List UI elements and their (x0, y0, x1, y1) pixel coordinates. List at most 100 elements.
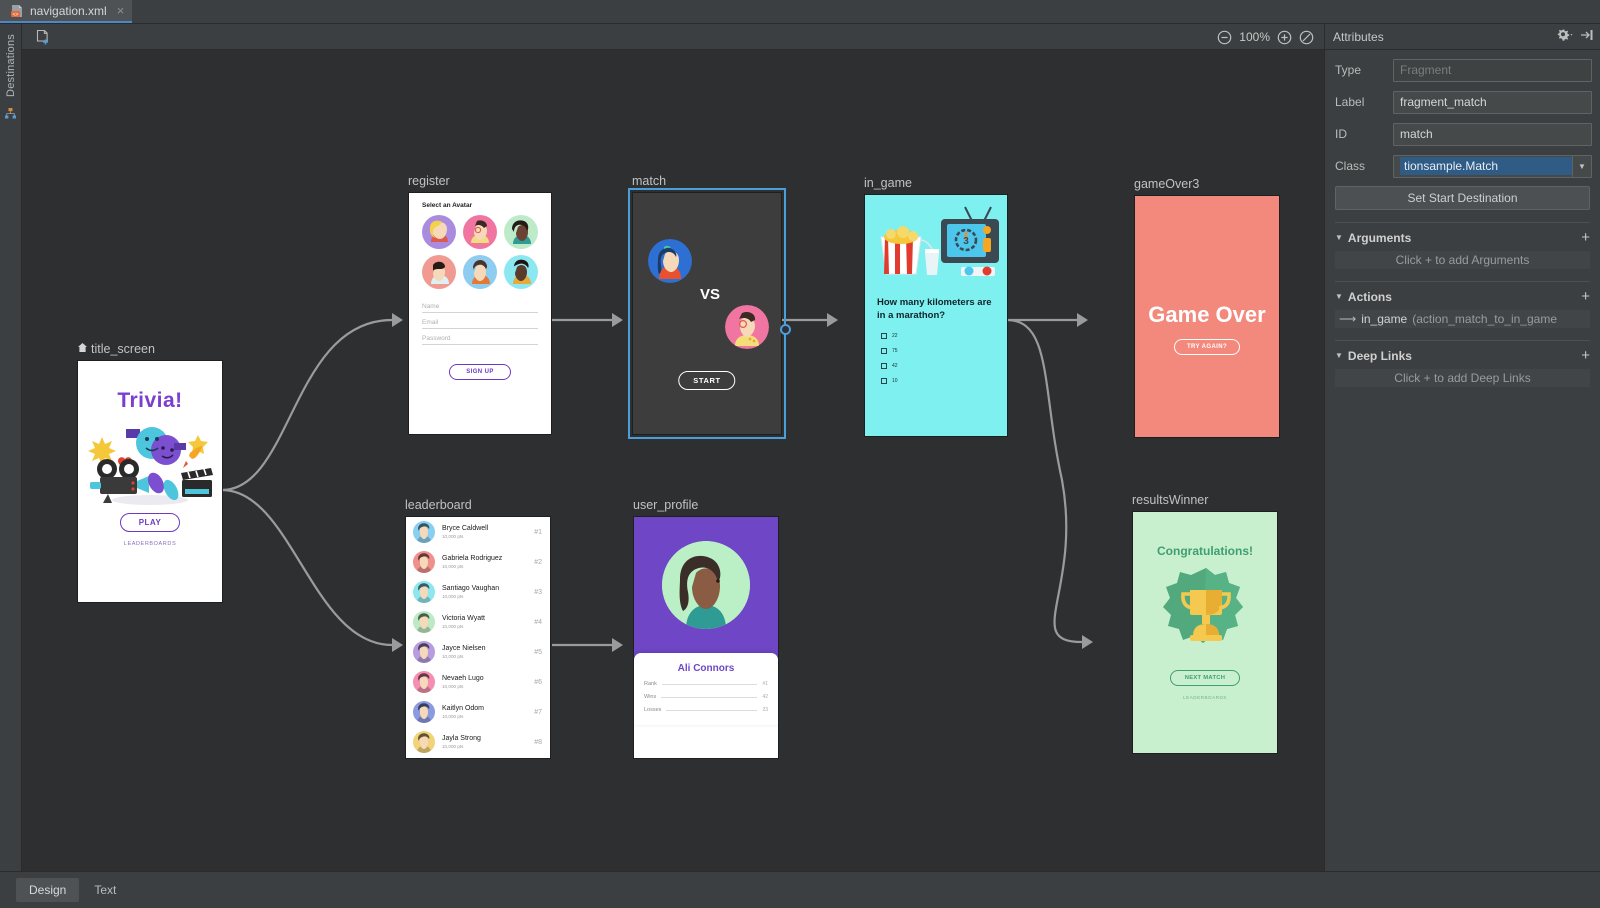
email-field[interactable]: Email (422, 313, 538, 329)
bottom-tab-bar: Design Text (0, 871, 1600, 907)
tab-design[interactable]: Design (16, 877, 80, 902)
play-button[interactable]: PLAY (120, 513, 180, 532)
answer-options[interactable]: 22 75 42 10 (881, 332, 1007, 384)
name-field[interactable]: Name (422, 297, 538, 313)
next-match-button[interactable]: NEXT MATCH (1170, 670, 1240, 686)
leaderboards-link[interactable]: LEADERBOARDS (1133, 695, 1277, 700)
player-points: 10,000 pts (442, 624, 464, 630)
panel-title: Attributes (1333, 29, 1384, 44)
canvas-column: 100% title_screen Trivia! PLAY LEADERBOA… (22, 24, 1324, 871)
profile-stats: Rank #1 Wins 42 Losses 23 (634, 681, 778, 713)
destination-name: resultsWinner (1132, 493, 1209, 507)
answer-option[interactable]: 42 (881, 362, 1007, 369)
answer-option[interactable]: 75 (881, 347, 1007, 354)
leaderboards-link[interactable]: LEADERBOARDS (78, 541, 222, 547)
list-item[interactable]: Victoria Wyatt 10,000 pts #4 (406, 607, 550, 637)
profile-name: Ali Connors (677, 663, 735, 674)
player-name: Bryce Caldwell (442, 524, 489, 532)
signup-button[interactable]: SIGN UP (449, 364, 511, 380)
screen-preview-user-profile[interactable]: Ali Connors Rank #1 Wins 42 Losses 23 (633, 516, 779, 759)
avatar-option[interactable] (462, 255, 497, 289)
destination-match[interactable]: match VS START (628, 174, 791, 439)
list-item[interactable]: Jayce Nielsen 10,000 pts #5 (406, 637, 550, 667)
tab-text[interactable]: Text (81, 878, 129, 902)
list-item-text: Victoria Wyatt 10,000 pts (442, 615, 527, 630)
action-anchor[interactable] (780, 324, 791, 335)
screen-preview-match[interactable]: VS START (628, 188, 786, 439)
answer-label: 75 (892, 347, 898, 354)
avatar-option[interactable] (503, 215, 538, 249)
zoom-in-icon[interactable] (1277, 30, 1292, 45)
zoom-out-icon[interactable] (1217, 30, 1232, 45)
destination-register[interactable]: register Select an Avatar Name Email Pas… (408, 174, 552, 435)
list-item[interactable]: Jayla Strong 10,000 pts #8 (406, 727, 550, 757)
destination-user-profile[interactable]: user_profile Ali Connors Rank #1 Wins 42… (633, 498, 779, 759)
stat-value: 23 (762, 707, 768, 713)
action-item[interactable]: ⟶ in_game (action_match_to_in_game (1335, 310, 1590, 328)
list-item[interactable]: Bryce Caldwell 10,000 pts #1 (406, 517, 550, 547)
section-header[interactable]: ▼ Deep Links + (1335, 348, 1590, 363)
screen-preview-title-screen[interactable]: Trivia! PLAY LEADERBOARDS (77, 360, 223, 603)
list-item-text: Gabriela Rodriguez 10,000 pts (442, 555, 527, 570)
tab-navigation-xml[interactable]: <> navigation.xml × (0, 0, 133, 23)
screen-preview-in-game[interactable]: 3 How many kilometers are in a marathon?… (864, 194, 1008, 437)
add-icon[interactable]: + (1581, 289, 1590, 304)
attribute-input-id[interactable]: match (1393, 122, 1592, 146)
avatar (413, 581, 435, 603)
avatar-option[interactable] (422, 215, 457, 249)
screen-preview-register[interactable]: Select an Avatar Name Email Password SIG… (408, 192, 552, 435)
collapse-panel-icon[interactable] (1580, 28, 1594, 45)
destination-in-game[interactable]: in_game 3 How many kilometers are in a m… (864, 176, 1008, 437)
checkbox-icon[interactable] (881, 362, 887, 369)
destination-results-winner[interactable]: resultsWinner Congratulations! NEXT MATC… (1132, 493, 1278, 754)
screen-preview-leaderboard[interactable]: Bryce Caldwell 10,000 pts #1 Gabriela Rodri… (405, 516, 551, 759)
try-again-button[interactable]: TRY AGAIN? (1174, 339, 1240, 355)
chevron-down-icon[interactable]: ▼ (1335, 351, 1343, 360)
checkbox-icon[interactable] (881, 332, 887, 339)
close-icon[interactable]: × (117, 3, 125, 18)
chevron-down-icon[interactable]: ▼ (1572, 155, 1591, 177)
list-item[interactable]: Santiago Vaughan 10,000 pts #3 (406, 577, 550, 607)
tab-label: navigation.xml (30, 3, 107, 18)
new-destination-icon[interactable] (34, 28, 52, 46)
sidebar-item-destinations[interactable]: Destinations (5, 30, 17, 101)
zoom-fit-icon[interactable] (1299, 30, 1314, 45)
class-combobox[interactable]: tionsample.Match ▼ (1393, 154, 1592, 178)
avatar-option[interactable] (462, 215, 497, 249)
screen-preview-results-winner[interactable]: Congratulations! NEXT MATCH LEADERBOARDS (1132, 511, 1278, 754)
add-icon[interactable]: + (1581, 230, 1590, 245)
leaderboard-list[interactable]: Bryce Caldwell 10,000 pts #1 Gabriela Rodri… (406, 517, 550, 757)
set-start-destination-button[interactable]: Set Start Destination (1335, 186, 1590, 210)
list-item[interactable]: Gabriela Rodriguez 10,000 pts #2 (406, 547, 550, 577)
stat-label: Wins (644, 694, 657, 700)
attributes-panel: Attributes Type Fragment Label fragment_mat… (1324, 24, 1600, 871)
avatar-option[interactable] (503, 255, 538, 289)
checkbox-icon[interactable] (881, 377, 887, 384)
attribute-input-label[interactable]: fragment_match (1393, 90, 1592, 114)
class-label: Class (1335, 159, 1366, 173)
list-item[interactable]: Nevaeh Lugo 10,000 pts #6 (406, 667, 550, 697)
section-header[interactable]: ▼ Arguments + (1335, 230, 1590, 245)
chevron-down-icon[interactable]: ▼ (1335, 233, 1343, 242)
answer-option[interactable]: 10 (881, 377, 1007, 384)
destination-game-over3[interactable]: gameOver3 Game Over TRY AGAIN? (1134, 177, 1280, 438)
navigation-canvas[interactable]: title_screen Trivia! PLAY LEADERBOARDS r… (22, 50, 1324, 871)
destination-leaderboard[interactable]: leaderboard Bryce Caldwell 10,000 pts #1 Ga… (405, 498, 551, 759)
player-points: 10,000 pts (442, 534, 464, 540)
destination-title-screen[interactable]: title_screen Trivia! PLAY LEADERBOARDS (77, 342, 223, 603)
chevron-down-icon[interactable]: ▼ (1335, 292, 1343, 301)
checkbox-icon[interactable] (881, 347, 887, 354)
avatar-grid[interactable] (409, 209, 551, 289)
section-title: Actions (1347, 289, 1392, 304)
password-field[interactable]: Password (422, 329, 538, 345)
section-empty-hint[interactable]: Click + to add Deep Links (1335, 369, 1590, 387)
section-empty-hint[interactable]: Click + to add Arguments (1335, 251, 1590, 269)
list-item[interactable]: Kaitlyn Odom 10,000 pts #7 (406, 697, 550, 727)
add-icon[interactable]: + (1581, 348, 1590, 363)
start-button[interactable]: START (678, 371, 736, 390)
avatar-option[interactable] (422, 255, 457, 289)
screen-preview-game-over3[interactable]: Game Over TRY AGAIN? (1134, 195, 1280, 438)
section-header[interactable]: ▼ Actions + (1335, 289, 1590, 304)
answer-option[interactable]: 22 (881, 332, 1007, 339)
gear-dropdown-icon[interactable] (1556, 28, 1574, 45)
